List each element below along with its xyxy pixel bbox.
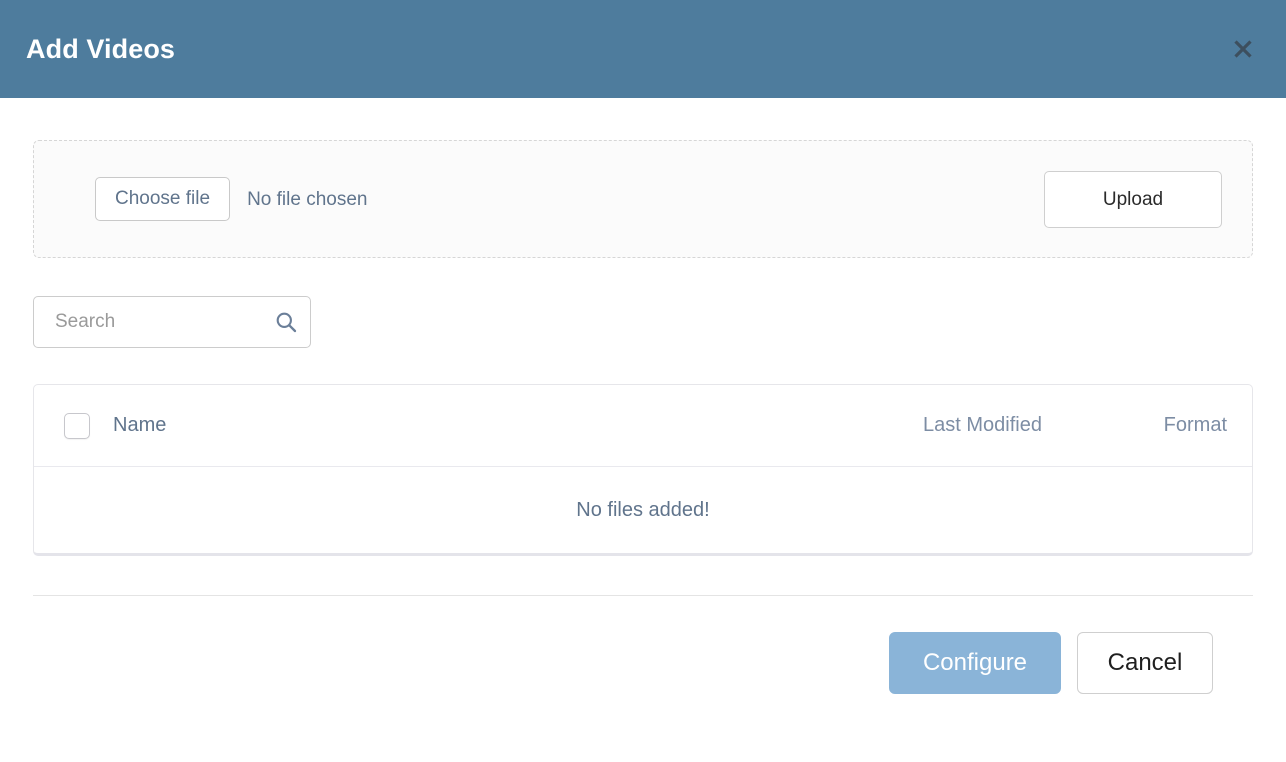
search-field <box>33 296 311 348</box>
close-x-glyph <box>1234 40 1252 58</box>
configure-button[interactable]: Configure <box>889 632 1061 694</box>
modal-header: Add Videos <box>0 0 1286 98</box>
choose-file-button[interactable]: Choose file <box>95 177 231 221</box>
select-all-checkbox[interactable] <box>64 412 90 439</box>
modal-footer: Configure Cancel <box>0 595 1286 762</box>
close-icon[interactable] <box>1224 30 1262 68</box>
page-title: Add Videos <box>26 33 176 64</box>
select-all-cell <box>50 412 112 439</box>
selected-file-name: No file chosen <box>247 188 368 210</box>
add-videos-modal: Add Videos Choose file No file chosen Up… <box>0 0 1286 762</box>
search-input[interactable] <box>33 296 311 348</box>
search-icon[interactable] <box>275 311 297 333</box>
modal-body: Choose file No file chosen Upload Name <box>0 98 1286 595</box>
file-table: Name Last Modified Format No files added… <box>33 384 1253 556</box>
upload-dropzone[interactable]: Choose file No file chosen Upload <box>33 140 1253 258</box>
table-empty-message: No files added! <box>576 498 710 521</box>
file-input-group: Choose file No file chosen <box>95 177 367 221</box>
cancel-button[interactable]: Cancel <box>1077 632 1213 694</box>
table-header-row: Name Last Modified Format <box>34 385 1252 467</box>
upload-button[interactable]: Upload <box>1044 170 1222 228</box>
magnifier-glyph <box>276 312 297 333</box>
footer-actions: Configure Cancel <box>33 596 1253 762</box>
column-header-last-modified[interactable]: Last Modified <box>842 414 1042 437</box>
column-header-name[interactable]: Name <box>112 414 842 437</box>
column-header-format[interactable]: Format <box>1042 414 1234 437</box>
